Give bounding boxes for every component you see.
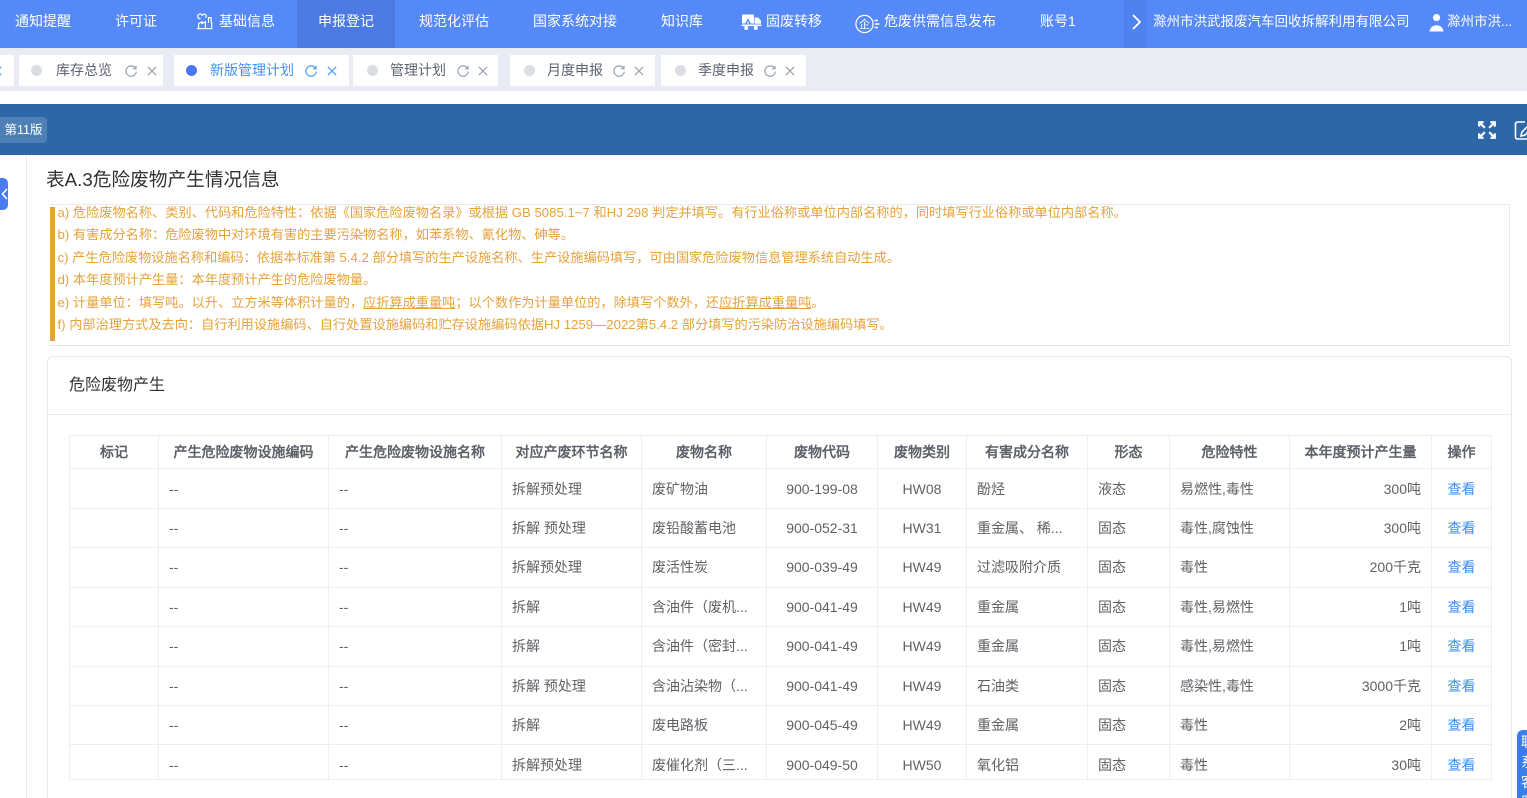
svg-text:企: 企: [859, 17, 870, 31]
